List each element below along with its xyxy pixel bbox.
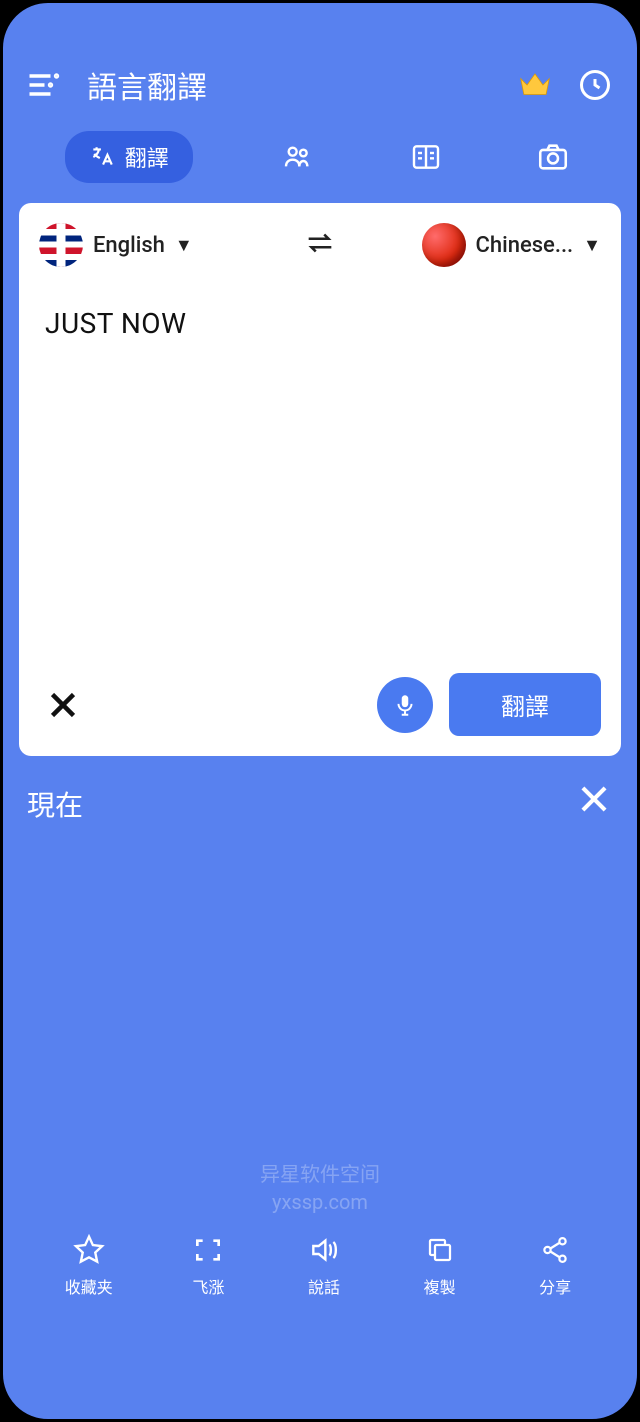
target-language-name: Chinese... <box>476 233 574 258</box>
source-language-name: English <box>93 233 165 258</box>
tab-translate-label: 翻譯 <box>125 141 169 173</box>
copy-icon <box>420 1230 460 1270</box>
input-text-area[interactable]: JUST NOW <box>19 287 621 657</box>
app-title: 語言翻譯 <box>87 63 497 107</box>
app-header: 語言翻譯 <box>3 51 637 119</box>
nav-share-label: 分享 <box>539 1274 571 1298</box>
output-panel: 現在 异星软件空间 yxssp.com 收藏夹 <box>3 756 637 1316</box>
status-bar-area <box>3 3 637 51</box>
language-selector-row: English ▼ Chinese... ▼ <box>19 203 621 287</box>
microphone-button[interactable] <box>377 677 433 733</box>
camera-icon <box>536 140 570 174</box>
translation-card: English ▼ Chinese... ▼ JUST NOW <box>19 203 621 756</box>
app-screen: 語言翻譯 翻譯 <box>0 0 640 1422</box>
microphone-icon <box>392 692 418 718</box>
nav-favorite[interactable]: 收藏夹 <box>65 1230 113 1298</box>
swap-languages-button[interactable] <box>291 226 349 264</box>
nav-share[interactable]: 分享 <box>535 1230 575 1298</box>
output-text: 現在 <box>27 784 613 824</box>
translate-icon <box>89 144 115 170</box>
nav-copy[interactable]: 複製 <box>420 1230 460 1298</box>
target-language-selector[interactable]: Chinese... ▼ <box>357 223 601 267</box>
clear-input-button[interactable] <box>39 681 87 729</box>
watermark-line2: yxssp.com <box>260 1188 380 1216</box>
tab-camera[interactable] <box>531 135 575 179</box>
tab-dictionary[interactable] <box>404 135 448 179</box>
input-controls: 翻譯 <box>19 657 621 756</box>
bottom-action-bar: 收藏夹 飞涨 說話 <box>3 1230 637 1298</box>
swap-icon <box>303 226 337 260</box>
tab-translate[interactable]: 翻譯 <box>65 131 193 183</box>
chevron-down-icon: ▼ <box>583 235 601 256</box>
people-icon <box>282 141 314 173</box>
nav-expand[interactable]: 飞涨 <box>188 1230 228 1298</box>
menu-icon[interactable] <box>23 65 63 105</box>
close-output-button[interactable] <box>575 780 613 822</box>
uk-flag-icon <box>39 223 83 267</box>
source-language-selector[interactable]: English ▼ <box>39 223 283 267</box>
nav-expand-label: 飞涨 <box>192 1274 224 1298</box>
watermark: 异星软件空间 yxssp.com <box>260 1160 380 1216</box>
close-icon <box>575 780 613 818</box>
crown-icon[interactable] <box>513 63 557 107</box>
book-icon <box>410 141 442 173</box>
speaker-icon <box>304 1230 344 1270</box>
input-text: JUST NOW <box>45 307 595 340</box>
china-flag-icon <box>422 223 466 267</box>
chevron-down-icon: ▼ <box>175 235 193 256</box>
translate-button[interactable]: 翻譯 <box>449 673 601 736</box>
star-icon <box>69 1230 109 1270</box>
mode-tabs: 翻譯 <box>3 119 637 203</box>
share-icon <box>535 1230 575 1270</box>
nav-speak-label: 說話 <box>308 1274 340 1298</box>
watermark-line1: 异星软件空间 <box>260 1160 380 1188</box>
tab-conversation[interactable] <box>276 135 320 179</box>
close-icon <box>45 687 81 723</box>
nav-favorite-label: 收藏夹 <box>65 1274 113 1298</box>
nav-copy-label: 複製 <box>424 1274 456 1298</box>
history-icon[interactable] <box>573 63 617 107</box>
fullscreen-icon <box>188 1230 228 1270</box>
nav-speak[interactable]: 說話 <box>304 1230 344 1298</box>
